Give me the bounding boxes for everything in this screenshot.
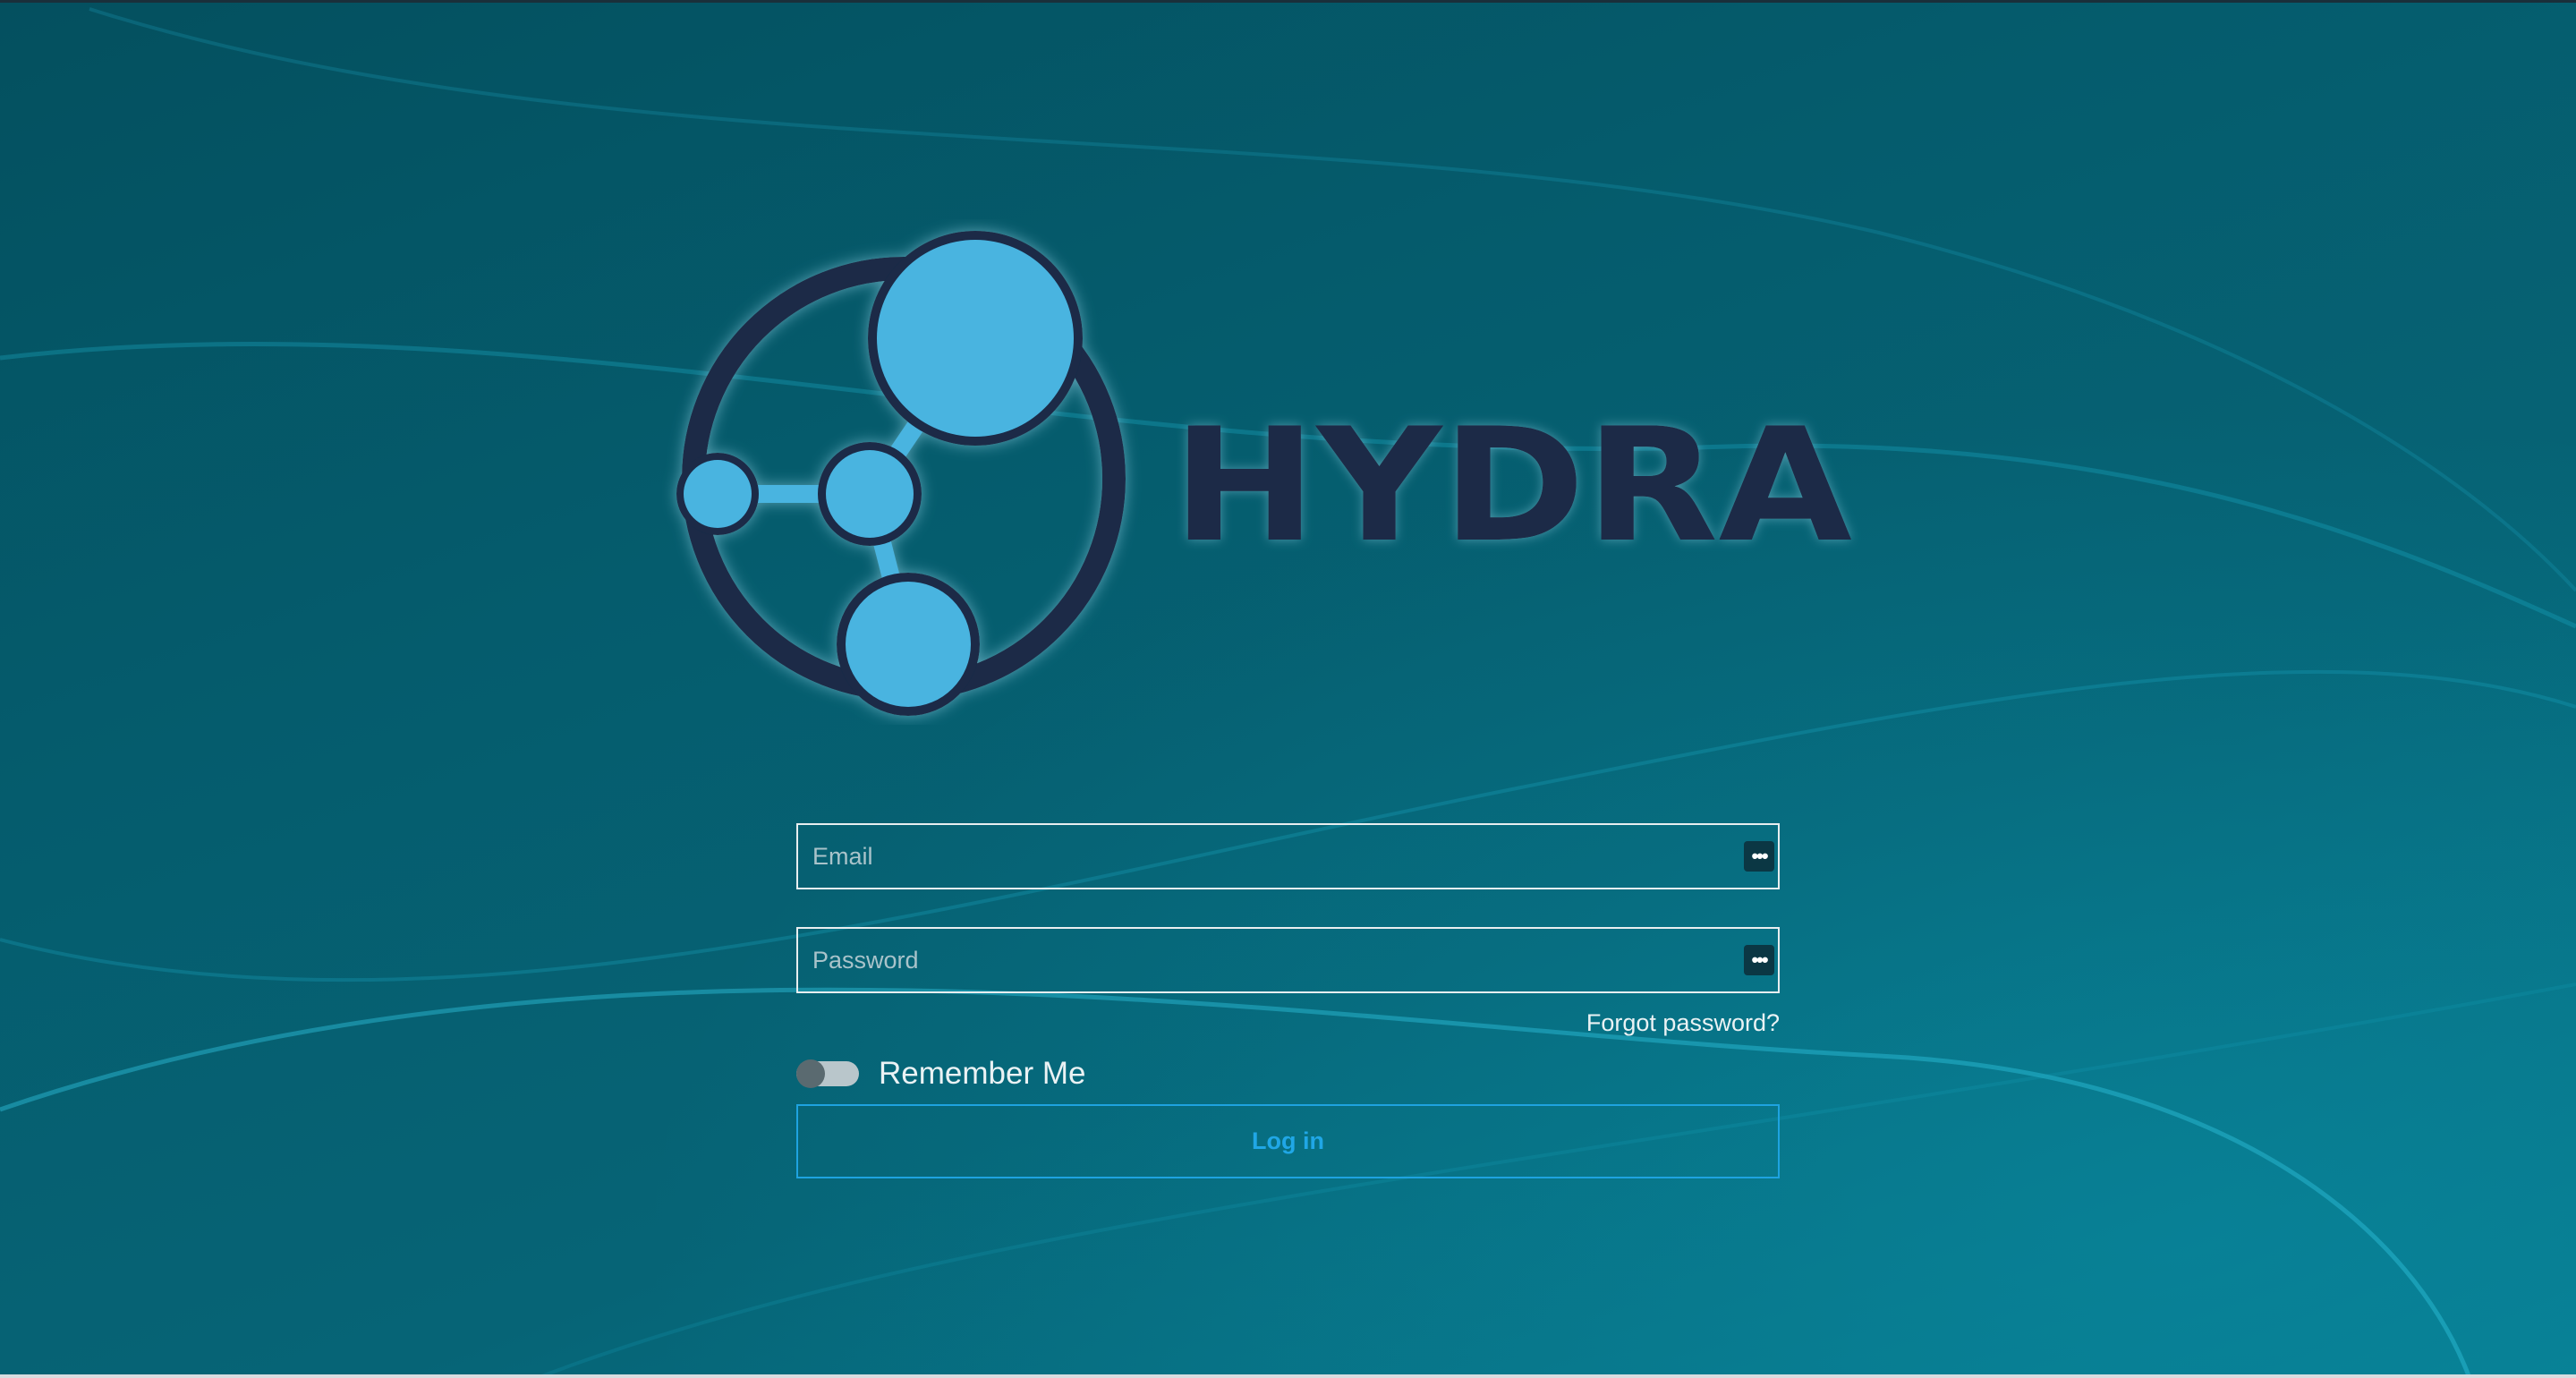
email-input[interactable] [798,825,1744,888]
window-bottom-border [0,1374,2576,1378]
brand-name: HYDRA [1172,396,1879,577]
password-field: ••• [796,927,1780,993]
hydra-wordmark: HYDRA [1172,396,1852,577]
email-field: ••• [796,823,1780,889]
login-button[interactable]: Log in [796,1104,1780,1178]
remember-me-label: Remember Me [879,1056,1086,1091]
brand-name-text: HYDRA [1172,410,1852,553]
password-input[interactable] [798,929,1744,991]
remember-me-toggle[interactable] [796,1059,859,1088]
window-top-border [0,0,2576,3]
forgot-password-link[interactable]: Forgot password? [1586,1009,1780,1037]
remember-me: Remember Me [796,1056,1085,1092]
toggle-knob [796,1059,825,1088]
password-manager-icon[interactable]: ••• [1744,945,1774,975]
password-manager-icon[interactable]: ••• [1744,841,1774,872]
